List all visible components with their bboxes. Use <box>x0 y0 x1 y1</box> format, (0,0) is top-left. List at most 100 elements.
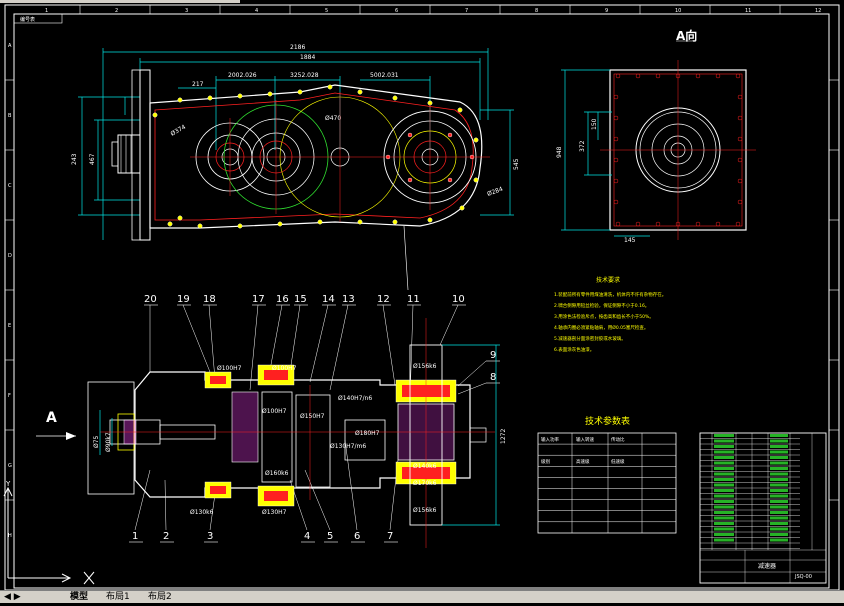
tab-layout-1[interactable]: 布局1 <box>104 592 132 602</box>
bolt-hole <box>715 221 721 227</box>
bolt-hole <box>737 94 743 100</box>
part-balloon: 7 <box>387 531 393 542</box>
dim-h-right: 545 <box>513 158 520 170</box>
part-balloon: 18 <box>203 294 216 305</box>
part-balloon: 10 <box>452 294 465 305</box>
fit-3: Ø100H7 <box>262 408 287 415</box>
border-number: 7 <box>465 8 468 14</box>
bolt-hole <box>695 221 701 227</box>
tech-requirements: 技术要求 1.装配前所有零件用煤油清洗，机体内不许有杂物存在。 2.啸合侧隙用铅丝… <box>554 276 666 353</box>
bolt-hole <box>197 223 203 229</box>
section-view[interactable]: 20 19 18 17 16 15 14 13 12 11 10 1234567 98 <box>36 294 507 548</box>
bolt-hole <box>613 157 619 163</box>
border-letters: A B C D E F G H <box>8 43 12 539</box>
border-number: 2 <box>115 8 118 14</box>
tech-table-cell: 输入功率 <box>541 436 559 443</box>
part-balloon: 15 <box>294 294 307 305</box>
bolt-hole <box>457 107 463 113</box>
bolt-hole <box>615 73 621 79</box>
part-balloon: 9 <box>490 350 496 361</box>
fit-14: Ø130k6 <box>190 509 214 516</box>
bolt-hole <box>407 177 413 183</box>
border-letter: A <box>8 43 12 49</box>
part-balloon: 5 <box>327 531 333 542</box>
tech-req-title: 技术要求 <box>596 276 620 284</box>
bolt-hole <box>237 93 243 99</box>
bolt-hole <box>167 221 173 227</box>
part-balloon: 14 <box>322 294 335 305</box>
svg-text:Y: Y <box>5 480 11 488</box>
tech-req-line: 5.减速器剖分面涂密封胶或水玻璃。 <box>554 335 626 342</box>
bolt-hole <box>615 221 621 227</box>
tech-table-cell: 输入转速 <box>576 436 594 443</box>
tab-model[interactable]: 模型 <box>68 592 90 602</box>
border-number: 9 <box>605 8 608 14</box>
bolt-hole <box>357 89 363 95</box>
bolt-hole <box>613 199 619 205</box>
view-a[interactable]: A向 948 372 150 145 <box>556 28 756 244</box>
part-balloon: 13 <box>342 294 355 305</box>
bolt-hole <box>735 73 741 79</box>
title-block: 减速器 JSQ-00 <box>699 432 827 584</box>
corner-label: 编号表 <box>20 16 35 23</box>
title-block-name: 减速器 <box>758 562 776 570</box>
dim-centre-2: 3252.028 <box>290 72 319 79</box>
window-top-edge <box>0 0 240 3</box>
fit-13: Ø156k6 <box>413 507 437 514</box>
fit-7: Ø180H7 <box>355 430 380 437</box>
border-letter: F <box>8 393 11 399</box>
view-arrow-label: A <box>46 410 57 426</box>
part-balloon: 6 <box>354 531 360 542</box>
border-letter: D <box>8 253 12 259</box>
border-number: 6 <box>395 8 398 14</box>
bolt-hole <box>277 221 283 227</box>
bolt-hole <box>695 73 701 79</box>
dim-overall-length: 2186 <box>290 44 305 51</box>
av-dim-150: 150 <box>591 118 598 130</box>
bolt-hole <box>737 157 743 163</box>
part-balloon: 2 <box>163 531 169 542</box>
bolt-hole <box>737 115 743 121</box>
part-balloon: 3 <box>207 531 213 542</box>
bolt-hole <box>635 221 641 227</box>
bolt-hole <box>655 221 661 227</box>
part-balloon: 1 <box>132 531 138 542</box>
av-dim-height: 948 <box>556 146 563 158</box>
drawing-canvas[interactable]: 123456789101112 ABCDEFGH 编号表 <box>0 0 844 602</box>
dim-left-1: Ø75 <box>93 435 100 448</box>
sheet-outer-border <box>4 4 840 591</box>
tech-req-line: 1.装配前所有零件用煤油清洗，机体内不许有杂物存在。 <box>554 291 666 298</box>
front-view[interactable]: 2186 1884 217 2002.026 3252.028 5002.031… <box>71 44 520 291</box>
dim-centre-1: 2002.026 <box>228 72 257 79</box>
av-dim-372: 372 <box>579 140 586 152</box>
part-balloon: 20 <box>144 294 157 305</box>
fit-8: Ø130H7 <box>262 509 287 516</box>
title-block-drawing-no: JSQ-00 <box>794 574 812 580</box>
tech-table-cell: 高速级 <box>576 458 590 465</box>
bolt-hole <box>152 112 158 118</box>
tab-nav-arrows[interactable]: ◀ ▶ <box>2 592 23 602</box>
border-letter: E <box>8 323 11 329</box>
border-number: 8 <box>535 8 538 14</box>
bolt-hole <box>613 94 619 100</box>
bolt-hole <box>613 178 619 184</box>
bolt-hole <box>447 177 453 183</box>
tech-table-title: 技术参数表 <box>585 415 630 427</box>
tech-table-cell: 级别 <box>541 458 550 465</box>
tab-layout-2[interactable]: 布局2 <box>146 592 174 602</box>
ucs-icon: Y <box>3 480 95 585</box>
bolt-hole <box>735 221 741 227</box>
bolt-hole <box>392 219 398 225</box>
bolt-hole <box>267 91 273 97</box>
dim-output-length: 1272 <box>500 429 507 444</box>
bolt-hole <box>459 205 465 211</box>
border-numbers: 1 2 3 4 5 6 7 8 9 10 11 12 <box>45 8 821 14</box>
fit-11: Ø140k6 <box>413 463 437 470</box>
part-balloon: 16 <box>276 294 289 305</box>
bolt-hole <box>177 97 183 103</box>
bolt-hole <box>473 177 479 183</box>
border-number: 11 <box>745 8 751 14</box>
part-balloon: 19 <box>177 294 190 305</box>
fit-10: Ø156k6 <box>413 363 437 370</box>
bolt-hole <box>447 132 453 138</box>
